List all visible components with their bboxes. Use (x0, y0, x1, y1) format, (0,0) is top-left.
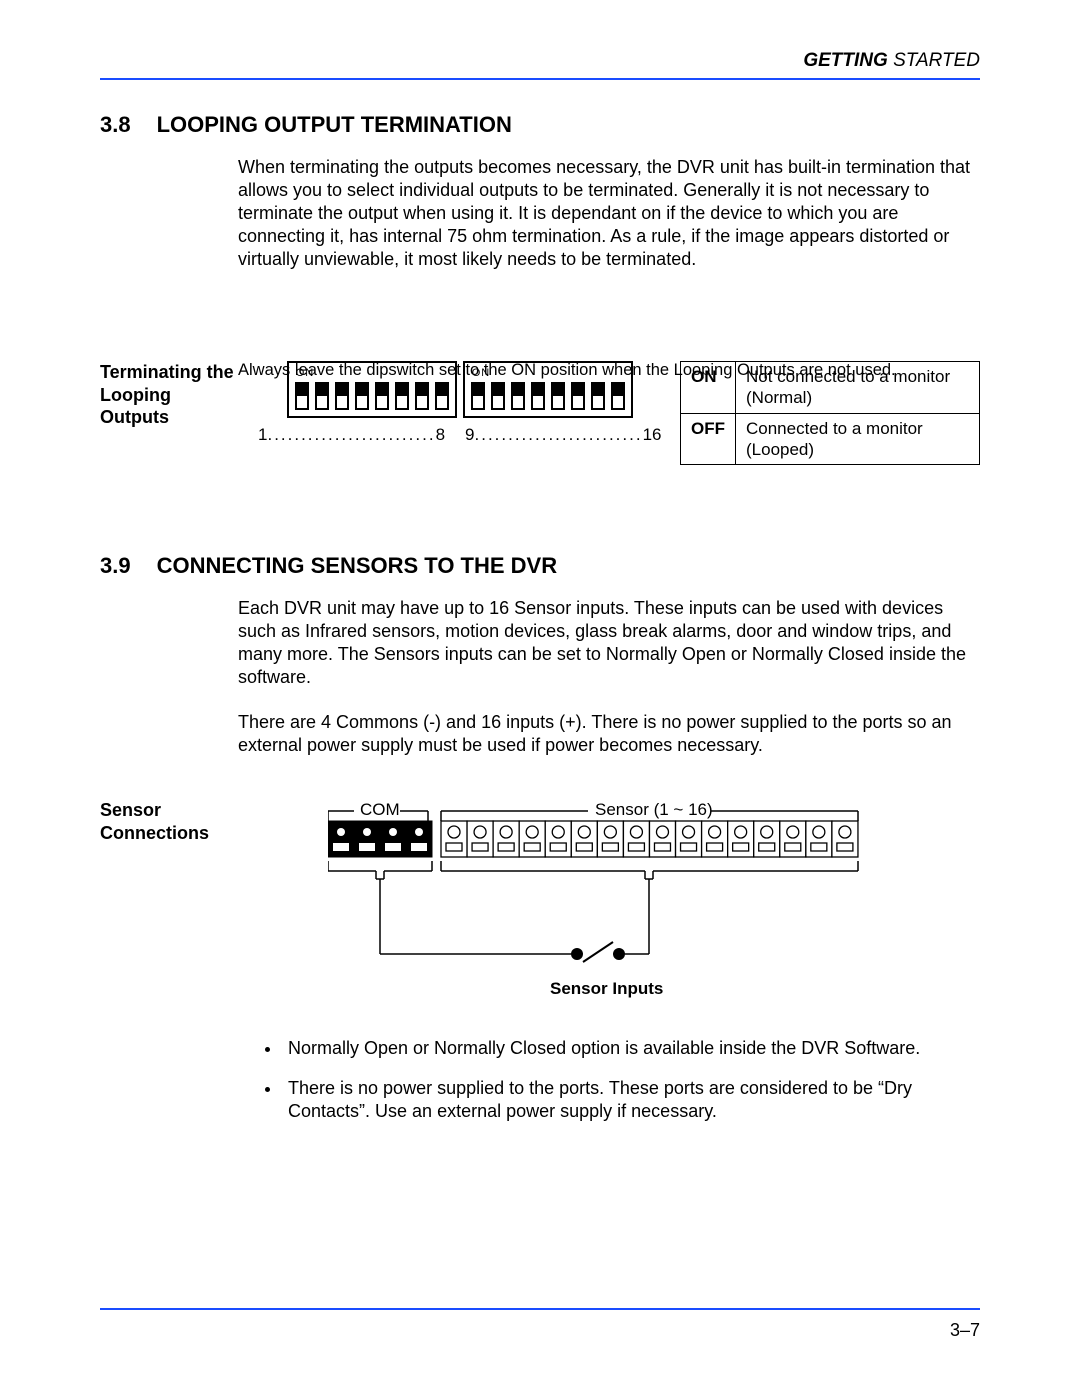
dots-icon: ......................... (267, 425, 435, 445)
running-header: GETTING STARTED (100, 50, 980, 72)
onoff-off-label: OFF (681, 413, 736, 465)
range1-start: 1 (258, 425, 267, 445)
dipswitch-on-label-1: ON (295, 367, 449, 379)
dipswitch-block: Terminating the Looping Outputs ON (100, 361, 980, 501)
switch-icon (471, 382, 485, 410)
list-item: There is no power supplied to the ports.… (282, 1077, 980, 1124)
onoff-table: ON Not connected to a monitor (Normal) O… (680, 361, 980, 465)
sensor-range-label: Sensor (1 ~ 16) (595, 800, 713, 819)
switch-icon (611, 382, 625, 410)
table-row: OFF Connected to a monitor (Looped) (681, 413, 980, 465)
switch-group-2 (471, 382, 625, 410)
header-started: STARTED (888, 50, 980, 71)
switch-icon (551, 382, 565, 410)
section-3-9-title: CONNECTING SENSORS TO THE DVR (157, 553, 558, 579)
header-rule (100, 78, 980, 80)
switch-icon (355, 382, 369, 410)
section-3-8-body: When terminating the outputs becomes nec… (238, 156, 980, 271)
range2-start: 9 (465, 425, 474, 445)
section-3-9-body1: Each DVR unit may have up to 16 Sensor i… (238, 597, 980, 689)
page-footer: 3–7 (100, 1308, 980, 1341)
dipswitch-row: ON ON (287, 361, 633, 418)
dipswitch-on-label-2: ON (471, 367, 625, 379)
switch-icon (435, 382, 449, 410)
switch-group-1 (295, 382, 449, 410)
switch-icon (511, 382, 525, 410)
switch-icon (315, 382, 329, 410)
switch-icon (375, 382, 389, 410)
dipswitch-bank-1: ON (287, 361, 457, 418)
range1-end: 8 (436, 425, 445, 445)
dipswitch-side-label: Terminating the Looping Outputs (100, 361, 235, 429)
switch-icon (335, 382, 349, 410)
page-content: GETTING STARTED 3.8 LOOPING OUTPUT TERMI… (100, 50, 980, 1140)
list-item: Normally Open or Normally Closed option … (282, 1037, 980, 1060)
section-3-9: 3.9 CONNECTING SENSORS TO THE DVR Each D… (100, 553, 980, 1123)
header-getting: GETTING (803, 50, 887, 71)
switch-icon (591, 382, 605, 410)
page-number: 3–7 (100, 1320, 980, 1341)
section-3-9-body2: There are 4 Commons (-) and 16 inputs (+… (238, 711, 980, 757)
switch-icon (571, 382, 585, 410)
switch-icon (491, 382, 505, 410)
dipswitch-numbers: 1 ......................... 8 9 ........… (258, 425, 662, 445)
range2-end: 16 (643, 425, 662, 445)
terminal-block: Sensor Connections .lbl { font: 17px Ari… (100, 799, 980, 1019)
section-3-8-number: 3.8 (100, 112, 131, 138)
section-3-9-number: 3.9 (100, 553, 131, 579)
sensor-inputs-label: Sensor Inputs (550, 979, 663, 998)
sensor-side-label: Sensor Connections (100, 799, 235, 844)
switch-icon (415, 382, 429, 410)
com-label: COM (360, 800, 400, 819)
switch-icon (531, 382, 545, 410)
dots-icon: ......................... (475, 425, 643, 445)
table-row: ON Not connected to a monitor (Normal) (681, 362, 980, 414)
switch-icon (295, 382, 309, 410)
section-3-8-heading: 3.8 LOOPING OUTPUT TERMINATION (100, 112, 980, 138)
dipswitch-diagram: ON ON (258, 361, 662, 445)
dipswitch-bank-2: ON (463, 361, 633, 418)
onoff-on-label: ON (681, 362, 736, 414)
switch-icon (395, 382, 409, 410)
footer-rule (100, 1308, 980, 1310)
onoff-off-desc: Connected to a monitor (Looped) (736, 413, 980, 465)
section-3-8-title: LOOPING OUTPUT TERMINATION (157, 112, 512, 138)
section-3-9-heading: 3.9 CONNECTING SENSORS TO THE DVR (100, 553, 980, 579)
terminal-diagram-icon: .lbl { font: 17px Arial, sans-serif; } .… (328, 799, 868, 1004)
onoff-on-desc: Not connected to a monitor (Normal) (736, 362, 980, 414)
bullet-list: Normally Open or Normally Closed option … (258, 1037, 980, 1123)
